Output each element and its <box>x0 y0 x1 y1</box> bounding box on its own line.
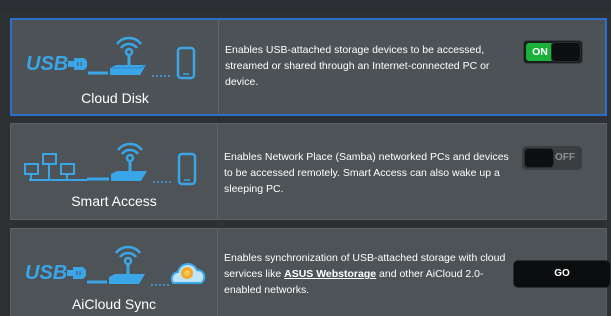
divider <box>218 20 219 114</box>
aicloud-sync-illustration: USB <box>21 235 217 299</box>
feature-title: AiCloud Sync <box>71 296 157 312</box>
phone-icon <box>176 46 196 80</box>
feature-card-smart-access[interactable]: Smart Access Enables Network Place (Samb… <box>10 123 607 220</box>
connection-dots <box>151 284 169 286</box>
toggle-on-label: ON <box>526 43 554 61</box>
feature-title: Smart Access <box>71 193 157 209</box>
toggle-off-label: OFF <box>555 152 575 163</box>
usb-icon: USB <box>25 262 86 284</box>
toggle-knob <box>524 148 554 168</box>
cloud-disk-illustration: USB <box>22 26 218 90</box>
feature-card-cloud-disk[interactable]: USB Cloud Disk Enables USB-attached stor… <box>10 18 607 116</box>
connection-dots <box>152 75 170 77</box>
divider <box>217 124 218 219</box>
smart-access-toggle[interactable]: OFF <box>522 146 582 170</box>
router-icon <box>111 142 147 181</box>
cloud-icon <box>170 262 206 284</box>
divider <box>217 229 218 316</box>
phone-icon <box>177 152 197 186</box>
top-strip <box>0 0 611 10</box>
feature-card-aicloud-sync[interactable]: USB AiCloud Sync Enables synchronization… <box>10 228 611 316</box>
feature-title: Cloud Disk <box>81 90 149 106</box>
feature-description: Enables synchronization of USB-attached … <box>224 250 514 298</box>
aicloud-feature-panel: USB Cloud Disk Enables USB-attached stor… <box>0 0 611 316</box>
usb-icon: USB <box>26 53 87 75</box>
asus-webstorage-link[interactable]: ASUS Webstorage <box>284 268 376 280</box>
connection-dots <box>153 181 171 183</box>
cloud-disk-toggle[interactable]: ON <box>523 40 583 64</box>
svg-text:USB: USB <box>25 262 67 284</box>
go-button[interactable]: GO <box>513 260 611 288</box>
router-icon <box>109 245 145 284</box>
router-icon <box>110 36 147 75</box>
svg-text:USB: USB <box>26 53 68 75</box>
feature-description: Enables USB-attached storage devices to … <box>225 44 490 88</box>
smart-access-illustration <box>21 130 217 194</box>
network-pcs-icon <box>24 153 87 181</box>
feature-description: Enables Network Place (Samba) networked … <box>224 151 509 195</box>
toggle-knob <box>551 42 581 62</box>
